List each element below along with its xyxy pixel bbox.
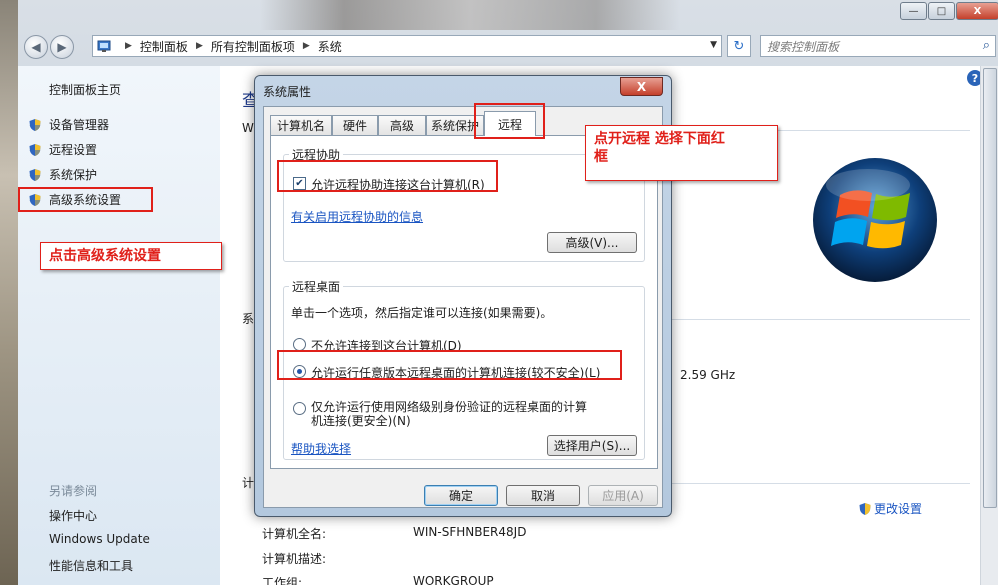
maximize-button[interactable]: □ bbox=[928, 2, 955, 20]
see-also-performance[interactable]: 性能信息和工具 bbox=[49, 557, 133, 574]
tab-computer-name[interactable]: 计算机名 bbox=[270, 115, 332, 135]
info-row-value: WIN-SFHNBER48JD bbox=[413, 525, 527, 539]
annotation-box-advanced-settings bbox=[18, 187, 153, 212]
tab-advanced[interactable]: 高级 bbox=[378, 115, 426, 135]
dialog-title: 系统属性 bbox=[263, 85, 312, 99]
divider bbox=[650, 483, 970, 484]
sidebar-item-remote-settings[interactable]: 远程设置 bbox=[28, 141, 97, 158]
breadcrumb-item-system[interactable]: 系统 bbox=[318, 38, 342, 55]
forward-button[interactable]: ▶ bbox=[50, 35, 74, 59]
annotation-callout-left: 点击高级系统设置 bbox=[40, 242, 222, 270]
sidebar-item-label: 设备管理器 bbox=[49, 118, 110, 132]
back-button[interactable]: ◀ bbox=[24, 35, 48, 59]
computer-name-heading: 计 bbox=[242, 476, 255, 490]
annotation-callout-right: 点开远程 选择下面红 框 bbox=[585, 125, 778, 181]
close-button[interactable]: X bbox=[956, 2, 998, 20]
breadcrumb-separator: ▶ bbox=[302, 41, 310, 51]
control-panel-icon bbox=[97, 40, 111, 52]
change-settings-link[interactable]: 更改设置 bbox=[858, 500, 922, 517]
wallpaper-rock bbox=[260, 0, 680, 30]
info-row-label: 计算机描述: bbox=[262, 552, 327, 566]
remote-desktop-instruction: 单击一个选项，然后指定谁可以连接(如果需要)。 bbox=[291, 306, 553, 320]
apply-button[interactable]: 应用(A) bbox=[588, 485, 658, 506]
annotation-box-allow-any-version bbox=[277, 350, 622, 380]
info-row-label: 计算机全名: bbox=[262, 527, 327, 541]
sidebar-item-system-protection[interactable]: 系统保护 bbox=[28, 166, 97, 183]
address-dropdown-icon[interactable]: ▼ bbox=[710, 40, 717, 50]
vertical-scrollbar[interactable] bbox=[980, 66, 998, 585]
breadcrumb-separator: ▶ bbox=[195, 41, 203, 51]
radio-nla-label-line2: 机连接(更安全)(N) bbox=[311, 414, 411, 428]
sidebar-home-link[interactable]: 控制面板主页 bbox=[49, 81, 121, 98]
select-users-button[interactable]: 选择用户(S)... bbox=[547, 435, 637, 456]
info-row-value: WORKGROUP bbox=[413, 574, 494, 585]
callout-line: 框 bbox=[594, 149, 608, 165]
refresh-button[interactable]: ↻ bbox=[727, 35, 751, 57]
search-icon: ⌕ bbox=[982, 38, 990, 53]
sidebar-item-device-manager[interactable]: 设备管理器 bbox=[28, 116, 109, 133]
refresh-icon: ↻ bbox=[733, 38, 745, 54]
see-also-heading: 另请参阅 bbox=[49, 484, 98, 498]
address-bar[interactable]: ▶ 控制面板 ▶ 所有控制面板项 ▶ 系统 ▼ bbox=[92, 35, 722, 57]
shield-icon bbox=[29, 168, 41, 181]
annotation-box-allow-assistance bbox=[277, 160, 498, 192]
wallpaper-strip bbox=[0, 0, 18, 585]
shield-icon bbox=[29, 118, 41, 131]
tab-hardware[interactable]: 硬件 bbox=[332, 115, 378, 135]
callout-line: 点开远程 选择下面红 bbox=[594, 131, 725, 147]
window-caption-buttons: — □ X bbox=[899, 2, 998, 20]
search-input[interactable]: 搜索控制面板 ⌕ bbox=[760, 35, 996, 57]
see-also-windows-update[interactable]: Windows Update bbox=[49, 532, 150, 546]
windows-edition-heading: W bbox=[242, 121, 254, 135]
scrollbar-thumb[interactable] bbox=[983, 68, 997, 508]
sidebar-item-label: 远程设置 bbox=[49, 143, 98, 157]
help-me-choose-link[interactable]: 帮助我选择 bbox=[291, 440, 351, 457]
search-placeholder: 搜索控制面板 bbox=[767, 39, 840, 54]
dialog-close-button[interactable]: X bbox=[620, 77, 663, 96]
see-also-action-center[interactable]: 操作中心 bbox=[49, 507, 97, 524]
change-settings-label: 更改设置 bbox=[874, 502, 923, 516]
sidebar-item-label: 系统保护 bbox=[49, 168, 98, 182]
cancel-button[interactable]: 取消 bbox=[506, 485, 580, 506]
breadcrumb-item-all-items[interactable]: 所有控制面板项 bbox=[211, 38, 295, 55]
remote-desktop-heading: 远程桌面 bbox=[289, 278, 344, 295]
breadcrumb-separator: ▶ bbox=[125, 41, 132, 51]
divider bbox=[650, 319, 970, 320]
remote-assistance-info-link[interactable]: 有关启用远程协助的信息 bbox=[291, 208, 423, 225]
breadcrumb-item-control-panel[interactable]: 控制面板 bbox=[140, 38, 188, 55]
minimize-button[interactable]: — bbox=[900, 2, 927, 20]
ok-button[interactable]: 确定 bbox=[424, 485, 498, 506]
cpu-speed: 2.59 GHz bbox=[680, 368, 736, 382]
back-arrow-icon: ◀ bbox=[31, 40, 41, 54]
shield-icon bbox=[29, 143, 41, 156]
windows-logo-icon bbox=[813, 158, 937, 282]
info-row-label: 工作组: bbox=[262, 576, 303, 585]
radio-allow-nla-only[interactable] bbox=[293, 402, 306, 415]
advanced-button[interactable]: 高级(V)... bbox=[547, 232, 637, 253]
forward-arrow-icon: ▶ bbox=[57, 40, 67, 54]
navigation-bar: ◀ ▶ ▶ 控制面板 ▶ 所有控制面板项 ▶ 系统 ▼ ↻ 搜索控制面板 ⌕ bbox=[18, 32, 998, 60]
system-heading: 系 bbox=[242, 312, 255, 326]
sidebar: 控制面板主页 设备管理器 远程设置 系统保护 高级系统设置 另请参阅 操作中心 … bbox=[18, 66, 220, 585]
tab-remote[interactable]: 远程 bbox=[484, 111, 536, 136]
shield-icon bbox=[859, 502, 871, 515]
